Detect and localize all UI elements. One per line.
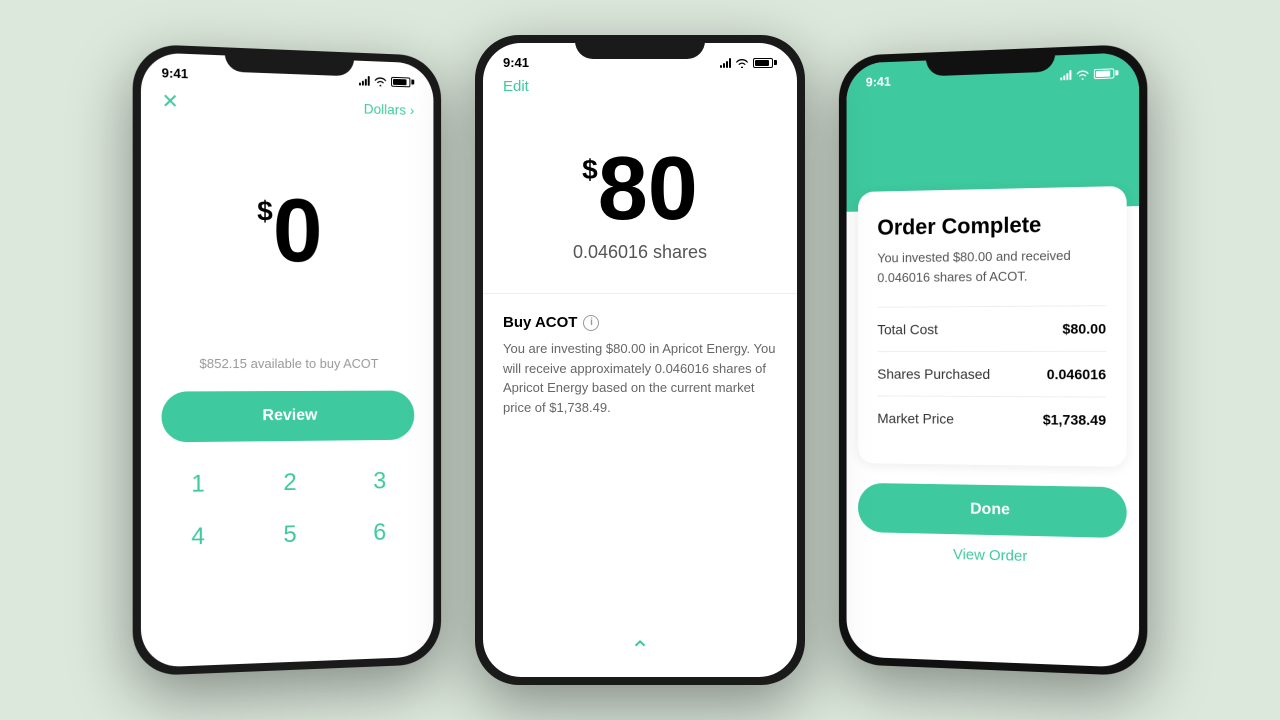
phone-center: 9:41 [475, 35, 805, 685]
phones-container: 9:41 [135, 35, 1145, 685]
market-price-value: $1,738.49 [1043, 411, 1106, 428]
notch-right [926, 47, 1055, 76]
wifi-icon-center [735, 58, 749, 68]
order-row-market: Market Price $1,738.49 [877, 395, 1106, 442]
order-card: Order Complete You invested $80.00 and r… [858, 186, 1127, 467]
key-3[interactable]: 3 [335, 455, 424, 508]
screen-complete: 9:41 [847, 52, 1139, 668]
signal-icon [359, 75, 370, 85]
close-button[interactable]: ✕ [162, 88, 179, 114]
order-subtitle: You invested $80.00 and received 0.04601… [877, 245, 1106, 287]
phone-left: 9:41 [133, 44, 441, 677]
market-price-label: Market Price [877, 410, 954, 426]
time-left: 9:41 [162, 65, 189, 81]
battery-icon-center [753, 58, 777, 68]
order-row-shares: Shares Purchased 0.046016 [877, 351, 1106, 397]
shares-purchased-value: 0.046016 [1047, 366, 1106, 382]
available-text: $852.15 available to buy ACOT [141, 356, 433, 371]
status-icons-left [359, 75, 414, 87]
shares-text: 0.046016 shares [503, 242, 777, 263]
review-button[interactable]: Review [162, 390, 415, 442]
buy-title: Buy ACOT i [503, 314, 777, 331]
signal-icon-right [1060, 69, 1071, 80]
amount-display-center: $ 80 0.046016 shares [483, 104, 797, 273]
currency-symbol: $ [257, 195, 273, 227]
buy-section: Buy ACOT i You are investing $80.00 in A… [483, 293, 797, 417]
key-6[interactable]: 6 [335, 506, 424, 559]
key-2[interactable]: 2 [244, 456, 335, 509]
key-1[interactable]: 1 [151, 458, 244, 512]
view-order-link[interactable]: View Order [847, 532, 1139, 581]
wifi-icon [374, 76, 388, 86]
screen-review: 9:41 [483, 43, 797, 677]
notch-center [575, 35, 705, 59]
order-row-total: Total Cost $80.00 [877, 305, 1106, 351]
status-icons-center [720, 58, 777, 68]
chevron-up-icon: ⌃ [630, 636, 650, 665]
dollar-amount: $ 0 [162, 183, 415, 277]
buy-title-text: Buy ACOT [503, 314, 577, 331]
currency-symbol-center: $ [582, 154, 598, 186]
screen-buy: 9:41 [141, 52, 433, 668]
notch-left [225, 47, 354, 76]
dollars-button[interactable]: Dollars › [364, 100, 414, 117]
phone-right: 9:41 [839, 44, 1147, 677]
total-cost-value: $80.00 [1062, 320, 1106, 336]
key-5[interactable]: 5 [244, 508, 335, 562]
shares-purchased-label: Shares Purchased [877, 366, 990, 382]
amount-display: $ 0 [141, 121, 433, 297]
order-complete-title: Order Complete [877, 211, 1106, 241]
keypad: 1 2 3 4 5 6 [141, 455, 433, 565]
nav-row-review: Edit [483, 74, 797, 104]
total-cost-label: Total Cost [877, 321, 938, 337]
battery-icon-right [1094, 68, 1119, 79]
buy-description: You are investing $80.00 in Apricot Ener… [503, 339, 777, 417]
amount-value: 0 [273, 186, 323, 277]
info-icon: i [583, 315, 599, 331]
time-right: 9:41 [866, 74, 891, 90]
swipe-area[interactable]: ⌃ [630, 636, 650, 665]
amount-value-center: 80 [598, 144, 698, 234]
dollar-amount-center: $ 80 [503, 144, 777, 234]
wifi-icon-right [1075, 69, 1089, 80]
time-center: 9:41 [503, 55, 529, 70]
key-4[interactable]: 4 [151, 510, 244, 565]
done-button[interactable]: Done [858, 483, 1127, 538]
edit-button[interactable]: Edit [503, 78, 529, 95]
signal-icon-center [720, 58, 731, 68]
battery-icon [391, 76, 414, 87]
status-icons-right [1060, 68, 1118, 80]
